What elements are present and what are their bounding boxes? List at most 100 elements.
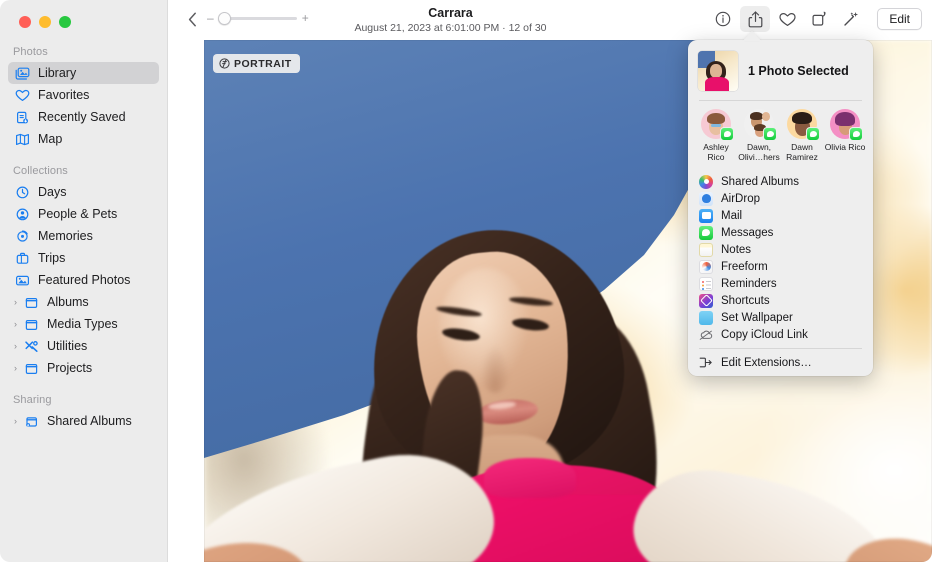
library-icon (14, 66, 31, 81)
sidebar-item-favorites[interactable]: Favorites (8, 84, 159, 106)
utilities-icon (23, 339, 40, 354)
chevron-right-icon[interactable]: › (14, 364, 23, 373)
mail-app-icon (699, 209, 713, 223)
zoom-slider-track[interactable] (219, 17, 297, 20)
avatar-group[interactable] (744, 109, 774, 139)
sidebar-item-albums[interactable]: › Albums (8, 291, 159, 313)
menu-item-label: Set Wallpaper (721, 312, 793, 324)
suggestion-name: Dawn Ramirez (786, 142, 818, 162)
sidebar-item-people-and-pets[interactable]: People & Pets (8, 203, 159, 225)
toolbar: – + Carrara August 21, 2023 at 6:01:00 P… (169, 0, 932, 40)
rotate-icon (811, 11, 828, 27)
menu-item-edit-extensions[interactable]: Edit Extensions… (688, 354, 873, 371)
heart-icon (779, 12, 796, 27)
sidebar-item-label: Memories (38, 229, 93, 243)
menu-item-label: Notes (721, 244, 751, 256)
sidebar-item-label: Utilities (47, 339, 87, 353)
messages-badge (763, 127, 777, 141)
extensions-icon (699, 356, 713, 370)
sidebar-item-memories[interactable]: Memories (8, 225, 159, 247)
menu-item-mail[interactable]: Mail (688, 207, 873, 224)
menu-item-copy-icloud-link[interactable]: Copy iCloud Link (688, 326, 873, 343)
chevron-right-icon[interactable]: › (14, 417, 23, 426)
share-suggestions: Ashley Rico Dawn, Olivi…hers (688, 101, 873, 169)
suggestion-name: Olivia Rico (825, 142, 866, 152)
sidebar-item-label: Media Types (47, 317, 118, 331)
sidebar-item-featured-photos[interactable]: Featured Photos (8, 269, 159, 291)
sidebar-item-media-types[interactable]: › Media Types (8, 313, 159, 335)
sidebar-item-label: Recently Saved (38, 110, 126, 124)
sidebar-item-shared-albums[interactable]: › Shared Albums (8, 410, 159, 432)
messages-badge (806, 127, 820, 141)
edit-button[interactable]: Edit (877, 8, 922, 30)
sidebar-item-label: Days (38, 185, 66, 199)
menu-item-label: Reminders (721, 278, 777, 290)
sidebar-item-label: Trips (38, 251, 65, 265)
minimize-button[interactable] (39, 16, 51, 28)
sidebar-item-projects[interactable]: › Projects (8, 357, 159, 379)
menu-item-label: Shortcuts (721, 295, 770, 307)
zoom-slider[interactable]: – + (207, 12, 317, 24)
heart-icon (14, 88, 31, 103)
suggestion-name: Ashley Rico (703, 142, 729, 162)
avatar[interactable] (787, 109, 817, 139)
menu-item-notes[interactable]: Notes (688, 241, 873, 258)
menu-item-airdrop[interactable]: AirDrop (688, 190, 873, 207)
back-button[interactable] (181, 8, 203, 30)
person-icon (14, 207, 31, 222)
photos-window: Photos Library Favorites (0, 0, 932, 562)
favorite-button[interactable] (772, 6, 802, 32)
sidebar-item-label: Albums (47, 295, 89, 309)
menu-item-label: Mail (721, 210, 742, 222)
portrait-badge-label: PORTRAIT (234, 58, 292, 70)
sidebar-item-library[interactable]: Library (8, 62, 159, 84)
menu-item-shared-albums[interactable]: Shared Albums (688, 173, 873, 190)
sidebar-item-label: Map (38, 132, 62, 146)
wand-icon (843, 11, 860, 27)
close-button[interactable] (19, 16, 31, 28)
sidebar-item-label: People & Pets (38, 207, 117, 221)
suitcase-icon (14, 251, 31, 266)
share-suggestion[interactable]: Dawn Ramirez (781, 109, 823, 162)
share-button[interactable] (740, 6, 770, 32)
memories-icon (14, 229, 31, 244)
photo-garment-collar (484, 458, 576, 498)
selected-photo-thumbnail (698, 51, 738, 91)
recently-saved-icon (14, 110, 31, 125)
shortcuts-app-icon (699, 294, 713, 308)
share-suggestion[interactable]: Olivia Rico (824, 109, 866, 162)
menu-item-label: Freeform (721, 261, 768, 273)
zoom-slider-knob[interactable] (218, 12, 231, 25)
zoom-in-label[interactable]: + (302, 12, 309, 24)
sidebar-item-map[interactable]: Map (8, 128, 159, 150)
sidebar-item-label: Projects (47, 361, 92, 375)
messages-badge (720, 127, 734, 141)
clock-icon (14, 185, 31, 200)
chevron-right-icon[interactable]: › (14, 320, 23, 329)
menu-item-freeform[interactable]: Freeform (688, 258, 873, 275)
folder-icon (23, 361, 40, 376)
share-suggestion[interactable]: Ashley Rico (695, 109, 737, 162)
menu-item-reminders[interactable]: Reminders (688, 275, 873, 292)
rotate-button[interactable] (804, 6, 834, 32)
zoom-button[interactable] (59, 16, 71, 28)
airdrop-icon (699, 192, 713, 206)
share-suggestion[interactable]: Dawn, Olivi…hers (738, 109, 780, 162)
sidebar-item-trips[interactable]: Trips (8, 247, 159, 269)
menu-item-shortcuts[interactable]: Shortcuts (688, 292, 873, 309)
enhance-button[interactable] (836, 6, 866, 32)
sidebar-item-label: Library (38, 66, 76, 80)
avatar[interactable] (830, 109, 860, 139)
sidebar-item-utilities[interactable]: › Utilities (8, 335, 159, 357)
zoom-out-label[interactable]: – (207, 12, 214, 24)
sidebar-item-recently-saved[interactable]: Recently Saved (8, 106, 159, 128)
sidebar-item-days[interactable]: Days (8, 181, 159, 203)
menu-item-messages[interactable]: Messages (688, 224, 873, 241)
menu-item-set-wallpaper[interactable]: Set Wallpaper (688, 309, 873, 326)
popover-arrow (743, 31, 761, 41)
info-icon (715, 11, 731, 27)
avatar[interactable] (701, 109, 731, 139)
chevron-right-icon[interactable]: › (14, 298, 23, 307)
info-button[interactable] (708, 6, 738, 32)
chevron-right-icon[interactable]: › (14, 342, 23, 351)
